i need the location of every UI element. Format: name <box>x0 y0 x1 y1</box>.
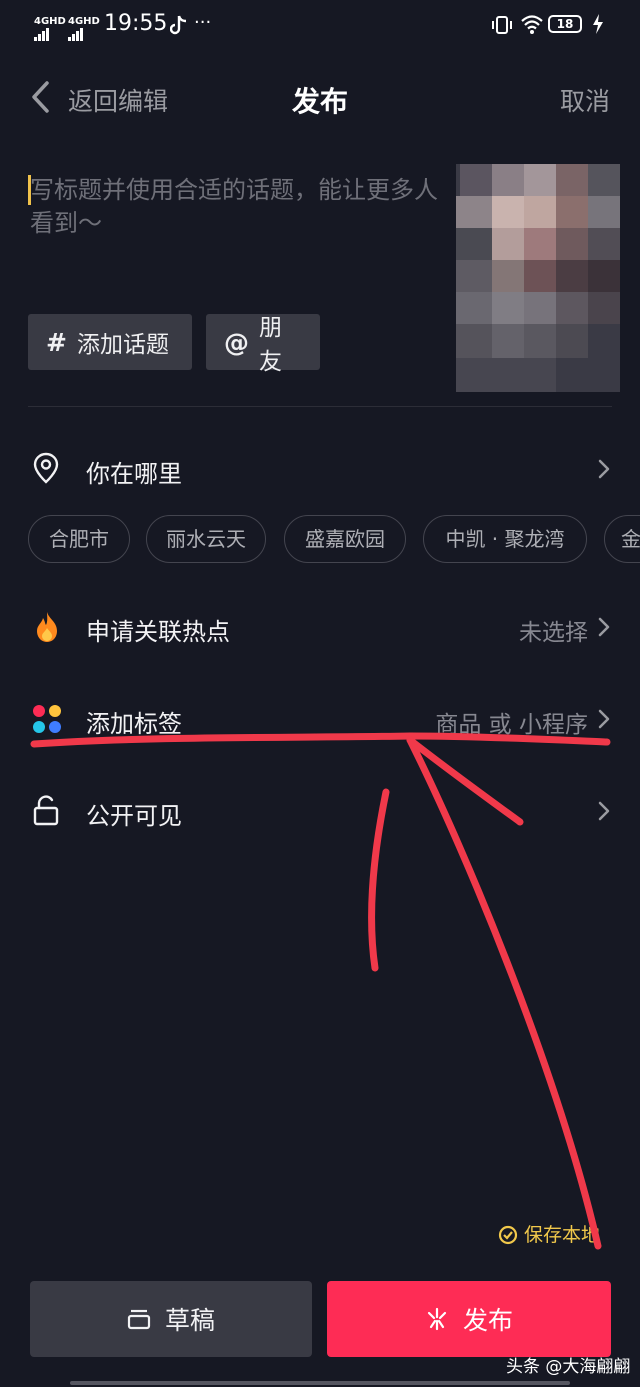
vibrate-icon <box>492 16 512 34</box>
cell-signal-2: 4GHD <box>68 14 100 41</box>
status-time: 19:55 <box>104 11 168 36</box>
divider <box>28 406 612 407</box>
location-label: 你在哪里 <box>86 460 182 488</box>
at-icon: @ <box>224 327 249 357</box>
add-topic-label: 添加话题 <box>76 332 169 358</box>
publish-button[interactable]: 发布 <box>327 1281 611 1357</box>
add-tag-label: 添加标签 <box>86 710 182 738</box>
watermark: 头条 @大海翩翩 <box>506 1357 631 1377</box>
cancel-button[interactable]: 取消 <box>560 82 610 118</box>
hotspot-label: 申请关联热点 <box>86 618 230 646</box>
draft-label: 草稿 <box>164 1306 215 1335</box>
add-tag-row[interactable]: 添加标签 商品 或 小程序 <box>0 690 640 750</box>
sparkle-icon <box>427 1307 447 1331</box>
home-indicator <box>70 1381 570 1385</box>
mention-friend-label: 朋友 <box>259 315 282 375</box>
chevron-right-icon <box>598 617 610 637</box>
visibility-row[interactable]: 公开可见 <box>0 782 640 842</box>
check-circle-icon <box>498 1225 518 1245</box>
tag-dots-icon <box>33 705 61 733</box>
unlock-icon <box>33 795 59 826</box>
status-bar: 4GHD 4GHD 19:55 ··· 18 <box>0 0 640 52</box>
publish-label: 发布 <box>462 1306 513 1335</box>
location-chip[interactable]: 丽水云天 <box>146 515 266 563</box>
location-chip[interactable]: 合肥市 <box>28 515 130 563</box>
tiktok-icon <box>170 15 187 35</box>
chevron-right-icon <box>598 459 610 479</box>
visibility-label: 公开可见 <box>86 802 182 830</box>
mention-friend-button[interactable]: @ 朋友 <box>206 314 320 375</box>
hotspot-value: 未选择 <box>519 620 588 646</box>
charging-icon <box>593 14 603 34</box>
draft-box-icon <box>127 1309 151 1330</box>
wifi-icon <box>521 15 543 34</box>
chevron-right-icon <box>598 709 610 729</box>
location-pin-icon <box>33 452 59 484</box>
more-status-icon: ··· <box>194 12 212 33</box>
page-title: 发布 <box>291 85 348 118</box>
location-chip[interactable]: 金 <box>604 515 640 563</box>
fire-icon <box>37 612 57 642</box>
video-cover-thumbnail[interactable] <box>456 164 620 392</box>
save-draft-button[interactable]: 草稿 <box>30 1281 312 1357</box>
chevron-right-icon <box>598 801 610 821</box>
add-tag-value: 商品 或 小程序 <box>435 712 588 738</box>
save-local-label: 保存本地 <box>524 1224 601 1246</box>
battery-icon: 18 <box>548 15 582 33</box>
location-chip[interactable]: 盛嘉欧园 <box>284 515 406 563</box>
hashtag-icon: # <box>46 327 67 357</box>
location-chip[interactable]: 中凯 · 聚龙湾 <box>423 515 587 563</box>
location-row[interactable]: 你在哪里 <box>0 440 640 500</box>
save-local-toggle[interactable]: 保存本地 <box>498 1220 600 1247</box>
hotspot-row[interactable]: 申请关联热点 未选择 <box>0 598 640 658</box>
caption-input[interactable]: 写标题并使用合适的话题，能让更多人看到～ <box>30 174 450 240</box>
cell-signal-1: 4GHD <box>34 14 66 41</box>
add-topic-button[interactable]: # 添加话题 <box>28 314 192 370</box>
